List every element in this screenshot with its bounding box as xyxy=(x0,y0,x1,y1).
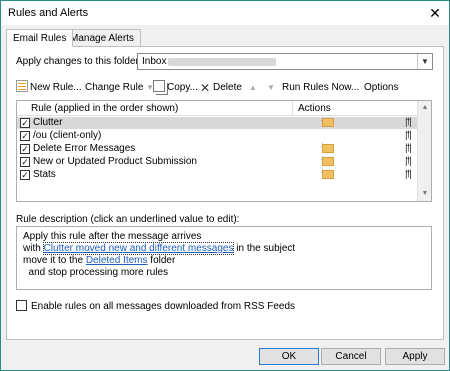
description-text: with xyxy=(23,243,44,254)
title-bar: Rules and Alerts ✕ xyxy=(1,1,449,25)
rule-enabled-checkbox[interactable]: ✓ xyxy=(20,118,30,128)
column-divider xyxy=(292,101,293,116)
folder-select-value: Inbox xyxy=(142,56,167,67)
column-header-rule[interactable]: Rule (applied in the order shown) xyxy=(31,103,178,114)
copy-button[interactable]: Copy... xyxy=(153,80,198,96)
rule-settings-icon[interactable]: |†| xyxy=(405,143,412,155)
rules-and-alerts-dialog: Rules and Alerts ✕ Email Rules Manage Al… xyxy=(0,0,450,371)
description-line: with Clutter moved new and different mes… xyxy=(23,242,296,255)
rule-settings-icon[interactable]: |†| xyxy=(405,130,412,142)
change-rule-label: Change Rule xyxy=(85,82,144,93)
rule-settings-icon[interactable]: |†| xyxy=(405,156,412,168)
cancel-button[interactable]: Cancel xyxy=(321,348,381,365)
new-rule-button[interactable]: New Rule... xyxy=(16,80,82,96)
rule-row[interactable]: ✓ /ou (client-only) |†| xyxy=(17,130,417,142)
rule-enabled-checkbox[interactable]: ✓ xyxy=(20,170,30,180)
ok-button[interactable]: OK xyxy=(259,348,319,365)
rss-rules-label: Enable rules on all messages downloaded … xyxy=(31,301,296,312)
options-button[interactable]: Options xyxy=(364,80,398,96)
chevron-down-icon[interactable]: ▼ xyxy=(417,54,432,69)
rss-rules-checkbox[interactable] xyxy=(16,300,27,311)
scroll-down-icon[interactable]: ▼ xyxy=(418,187,431,201)
description-text: folder xyxy=(147,255,176,266)
rule-name: Stats xyxy=(33,169,56,180)
rule-enabled-checkbox[interactable]: ✓ xyxy=(20,144,30,154)
rule-name: Clutter xyxy=(33,117,63,128)
move-down-button[interactable]: ▼ xyxy=(267,80,275,96)
options-label: Options xyxy=(364,82,399,93)
description-line: Apply this rule after the message arrive… xyxy=(23,231,202,242)
rule-enabled-checkbox[interactable]: ✓ xyxy=(20,131,30,141)
rule-description-label: Rule description (click an underlined va… xyxy=(16,214,240,225)
rules-list-header: Rule (applied in the order shown) Action… xyxy=(17,101,417,116)
column-header-actions[interactable]: Actions xyxy=(298,103,331,114)
target-folder-link[interactable]: Deleted Items xyxy=(86,255,148,266)
description-text: move it to the xyxy=(23,255,86,266)
delete-label: Delete xyxy=(213,82,242,93)
description-line: move it to the Deleted Items folder xyxy=(23,255,175,266)
scroll-up-icon[interactable]: ▲ xyxy=(418,101,431,115)
copy-label: Copy... xyxy=(167,82,198,93)
folder-icon xyxy=(322,118,334,127)
run-rules-now-button[interactable]: Run Rules Now... xyxy=(282,80,359,96)
tab-email-rules[interactable]: Email Rules xyxy=(6,29,74,47)
tab-manage-alerts[interactable]: Manage Alerts xyxy=(63,29,141,47)
rule-enabled-checkbox[interactable]: ✓ xyxy=(20,157,30,167)
rule-row[interactable]: ✓ Stats ↓ |†| xyxy=(17,166,417,181)
rss-rules-option[interactable]: Enable rules on all messages downloaded … xyxy=(16,300,295,312)
window-title: Rules and Alerts xyxy=(8,7,89,19)
apply-button[interactable]: Apply xyxy=(385,348,445,365)
rule-settings-icon[interactable]: |†| xyxy=(405,117,412,129)
copy-icon xyxy=(153,80,165,92)
run-rules-now-label: Run Rules Now... xyxy=(282,82,360,93)
new-rule-label: New Rule... xyxy=(30,82,82,93)
rule-name: Delete Error Messages xyxy=(33,143,136,154)
move-down-icon: ▼ xyxy=(267,83,275,92)
subject-words-link[interactable]: Clutter moved new and different messages xyxy=(42,242,235,255)
move-up-button[interactable]: ▲ xyxy=(249,80,257,96)
rule-settings-icon[interactable]: |†| xyxy=(405,169,412,181)
rule-name: New or Updated Product Submission xyxy=(33,156,197,167)
description-text: in the subject xyxy=(233,243,296,254)
rule-row[interactable]: ✓ Clutter ↓ |†| xyxy=(17,114,417,129)
folder-select[interactable]: Inbox ▼ xyxy=(137,53,433,70)
rule-description-box: Apply this rule after the message arrive… xyxy=(16,226,432,290)
rules-list[interactable]: Rule (applied in the order shown) Action… xyxy=(16,100,432,202)
change-rule-button[interactable]: Change Rule ▼ xyxy=(85,80,154,96)
rule-row[interactable]: ✓ Delete Error Messages ↓ |†| xyxy=(17,140,417,155)
rule-row[interactable]: ✓ New or Updated Product Submission ↓ |†… xyxy=(17,153,417,168)
email-rules-panel: Apply changes to this folder: Inbox ▼ Ne… xyxy=(6,46,444,340)
move-up-icon: ▲ xyxy=(249,83,257,92)
delete-button[interactable]: ✕ Delete xyxy=(199,80,242,96)
close-icon[interactable]: ✕ xyxy=(425,3,445,23)
folder-icon xyxy=(322,170,334,179)
delete-x-icon: ✕ xyxy=(199,81,211,95)
description-line: and stop processing more rules xyxy=(23,267,169,278)
rules-list-scrollbar[interactable]: ▲ ▼ xyxy=(417,101,431,201)
folder-label: Apply changes to this folder: xyxy=(16,56,142,67)
new-rule-icon xyxy=(16,80,28,92)
rule-name: /ou (client-only) xyxy=(33,130,102,141)
redacted-email-block xyxy=(168,58,276,66)
